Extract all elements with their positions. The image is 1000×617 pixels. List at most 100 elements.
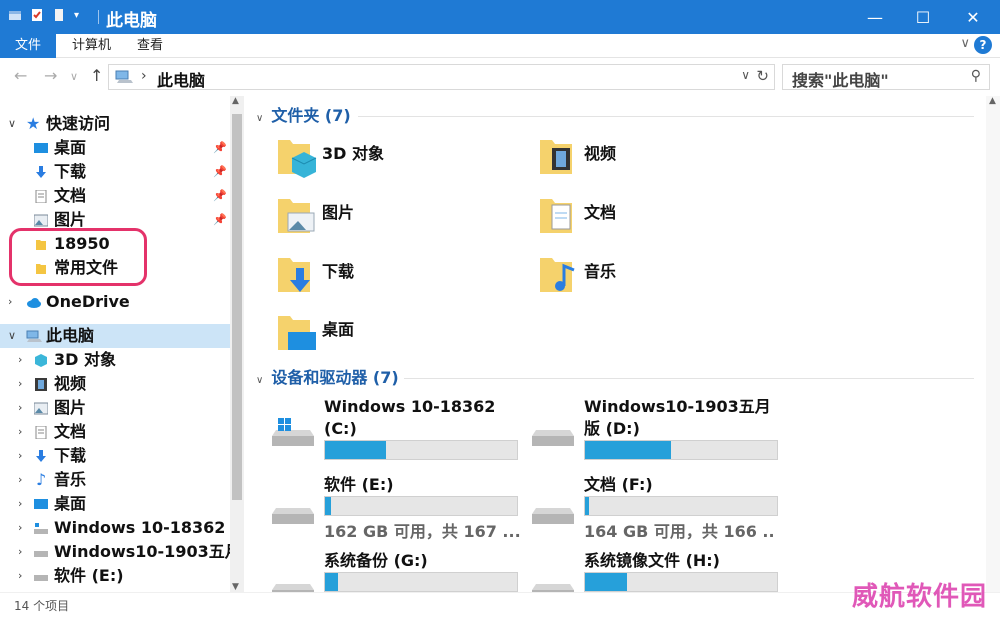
nav-label: 图片 [54, 398, 87, 417]
scrollbar-thumb[interactable] [232, 114, 242, 500]
group-title: 设备和驱动器 (7) [271, 368, 399, 387]
maximize-button[interactable]: ☐ [900, 0, 946, 34]
desktop-icon [34, 499, 48, 509]
film-icon [35, 378, 47, 391]
expand-arrow-icon[interactable]: › [18, 348, 22, 372]
scroll-up-icon[interactable]: ▲ [989, 96, 996, 106]
minimize-button[interactable]: — [852, 0, 898, 34]
drive-usage-fill [325, 573, 339, 591]
nav-pc-music[interactable]: › ♪ 音乐 [0, 468, 230, 492]
tab-view[interactable]: 查看 [123, 34, 177, 58]
expand-arrow-icon[interactable]: › [18, 516, 22, 540]
nav-label: 下载 [54, 446, 87, 465]
drive-usage-fill [585, 441, 672, 459]
nav-label: 下载 [54, 162, 87, 181]
expand-arrow-icon[interactable]: › [18, 492, 22, 516]
nav-quick-desktop[interactable]: 桌面 📌 [0, 136, 230, 160]
expand-arrow-icon[interactable]: › [18, 540, 22, 564]
music-icon: ♪ [36, 470, 47, 489]
drive-icon [272, 584, 314, 592]
expand-arrow-icon[interactable]: ∨ [8, 324, 16, 348]
folder-desktop[interactable]: 桌面 [274, 310, 504, 360]
drive-f[interactable]: 文档 (F:) 164 GB 可用，共 166 .. [530, 474, 782, 544]
pin-icon[interactable]: 📌 [213, 136, 227, 160]
drive-g[interactable]: 系统备份 (G:) [270, 550, 522, 592]
nav-quick-access[interactable]: ∨ ★ 快速访问 [0, 112, 230, 136]
back-button[interactable]: ← [14, 66, 27, 85]
expand-arrow-icon[interactable]: › [18, 372, 22, 396]
drive-d[interactable]: Windows10-1903五月版 (D:) [530, 396, 782, 466]
maximize-icon: ☐ [915, 7, 931, 27]
close-button[interactable]: ✕ [950, 0, 996, 34]
folder-downloads[interactable]: 下载 [274, 252, 504, 302]
pin-icon[interactable]: 📌 [213, 184, 227, 208]
expand-arrow-icon[interactable]: › [18, 444, 22, 468]
folder-documents[interactable]: 文档 [536, 193, 766, 243]
nav-pc-downloads[interactable]: › 下载 [0, 444, 230, 468]
3d-folder-icon [278, 140, 317, 178]
desktop-folder-icon [278, 316, 316, 350]
nav-quick-downloads[interactable]: 下载 📌 [0, 160, 230, 184]
expand-arrow-icon[interactable]: › [8, 290, 12, 314]
nav-pc-drive-d[interactable]: › Windows10-1903五月 [0, 540, 230, 564]
drive-free-space: 164 GB 可用，共 166 .. [584, 522, 775, 541]
pin-icon[interactable]: 📌 [213, 208, 227, 232]
pin-icon[interactable]: 📌 [213, 160, 227, 184]
content-scrollbar[interactable]: ▲ [986, 96, 1000, 592]
expand-arrow-icon[interactable]: › [18, 468, 22, 492]
download-icon [36, 166, 46, 178]
forward-button[interactable]: → [44, 66, 57, 85]
refresh-icon[interactable]: ↻ [756, 67, 769, 85]
tab-computer[interactable]: 计算机 [58, 34, 125, 58]
music-folder-icon [540, 258, 575, 292]
tab-file[interactable]: 文件 [0, 34, 56, 58]
collapse-icon[interactable]: ∨ [256, 113, 263, 124]
nav-label: 此电脑 [46, 326, 95, 345]
collapse-icon[interactable]: ∨ [256, 375, 263, 386]
help-icon[interactable]: ? [974, 36, 992, 54]
nav-pc-videos[interactable]: › 视频 [0, 372, 230, 396]
customize-toolbar-icon[interactable]: ▾ [74, 10, 79, 21]
expand-arrow-icon[interactable]: › [18, 564, 22, 588]
nav-pc-documents[interactable]: › 文档 [0, 420, 230, 444]
search-box[interactable]: 搜索"此电脑" ⚲ [782, 64, 990, 90]
nav-this-pc[interactable]: ∨ 此电脑 [0, 324, 230, 348]
folder-3d-objects[interactable]: 3D 对象 [274, 134, 504, 184]
nav-quick-documents[interactable]: 文档 📌 [0, 184, 230, 208]
drive-name: 系统备份 (G:) [324, 551, 428, 570]
breadcrumb-this-pc[interactable]: 此电脑 [157, 67, 205, 91]
nav-scrollbar[interactable]: ▲ ▼ [230, 96, 244, 592]
nav-pc-drive-c[interactable]: › Windows 10-18362 (C [0, 516, 230, 540]
nav-pc-pictures[interactable]: › 图片 [0, 396, 230, 420]
nav-pc-drive-e[interactable]: › 软件 (E:) [0, 564, 230, 588]
address-dropdown-icon[interactable]: ∨ [741, 68, 750, 82]
computer-icon [26, 330, 42, 342]
nav-label: 快速访问 [46, 114, 111, 133]
folders-group-header[interactable]: ∨ 文件夹 (7) [256, 104, 351, 128]
devices-group-header[interactable]: ∨ 设备和驱动器 (7) [256, 366, 399, 390]
drive-e[interactable]: 软件 (E:) 162 GB 可用，共 167 ... [270, 474, 522, 544]
drive-name: Windows10-1903五月版 (D:) [584, 397, 771, 438]
expand-arrow-icon[interactable]: ∨ [8, 112, 16, 136]
drive-h[interactable]: 系统镜像文件 (H:) [530, 550, 782, 592]
scroll-up-icon[interactable]: ▲ [232, 96, 239, 106]
nav-label: 文档 [54, 422, 87, 441]
address-bar[interactable]: › 此电脑 ∨ ↻ [108, 64, 775, 90]
expand-arrow-icon[interactable]: › [18, 396, 22, 420]
explorer-icon[interactable] [8, 8, 22, 22]
nav-pc-3d-objects[interactable]: › 3D 对象 [0, 348, 230, 372]
folder-pictures[interactable]: 图片 [274, 193, 504, 243]
folder-music[interactable]: 音乐 [536, 252, 766, 302]
expand-arrow-icon[interactable]: › [18, 420, 22, 444]
drive-c[interactable]: Windows 10-18362 (C:) [270, 396, 522, 466]
folder-videos[interactable]: 视频 [536, 134, 766, 184]
breadcrumb-separator-icon[interactable]: › [141, 68, 147, 84]
nav-onedrive[interactable]: › OneDrive [0, 290, 230, 314]
scroll-down-icon[interactable]: ▼ [232, 582, 239, 592]
expand-ribbon-icon[interactable]: ∨ [960, 36, 970, 51]
properties-icon[interactable] [30, 8, 44, 22]
nav-pc-desktop[interactable]: › 桌面 [0, 492, 230, 516]
recent-locations-icon[interactable]: ∨ [70, 70, 78, 83]
up-button[interactable]: ↑ [90, 66, 103, 85]
new-folder-icon[interactable] [52, 8, 66, 22]
